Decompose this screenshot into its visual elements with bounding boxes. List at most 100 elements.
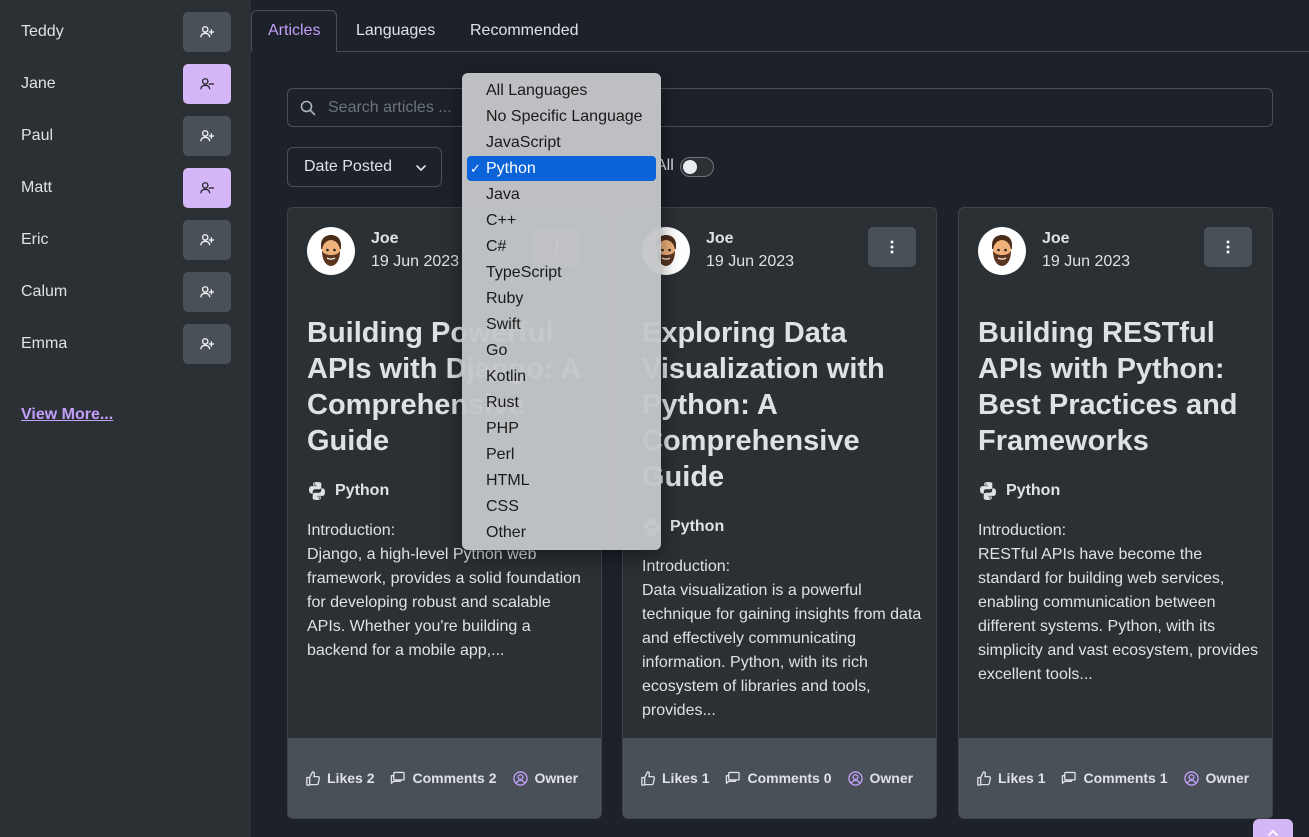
comments-button[interactable]: Comments 2 [390,770,497,786]
user-name[interactable]: Jane [21,75,56,93]
excerpt-body: Django, a high-level Python web framewor… [307,546,581,659]
follow-button[interactable] [183,324,231,364]
user-plus-icon [200,233,214,247]
likes-button-label: Likes 1 [662,770,710,786]
follow-button[interactable] [183,272,231,312]
likes-button[interactable]: Likes 1 [976,770,1045,786]
language-option[interactable]: ✓ Python [467,156,656,181]
follow-button[interactable] [183,220,231,260]
sidebar: Teddy Jane Paul Matt Eric Calum Emma View More… [0,0,251,837]
author-avatar[interactable] [307,227,355,275]
language-option-label: Ruby [486,289,524,307]
language-option-label: Other [486,523,527,541]
language-option[interactable]: JavaScript [467,130,656,155]
user-plus-icon [200,25,214,39]
likes-button[interactable]: Likes 1 [640,770,709,786]
author-name[interactable]: Joe [371,230,399,248]
post-date: 19 Jun 2023 [706,253,795,270]
excerpt-body: RESTful APIs have become the standard fo… [978,546,1259,683]
language-option-label: PHP [486,419,519,437]
owner-badge: Owner [847,770,914,786]
language-option[interactable]: C# [467,234,656,259]
unfollow-button[interactable] [183,168,231,208]
language-option[interactable]: Go [467,338,656,363]
article-card: Joe 19 Jun 2023 Building RESTful APIs with… [958,207,1273,819]
language-option[interactable]: Swift [467,312,656,337]
author-name[interactable]: Joe [1042,230,1070,248]
checkmark-icon: ✓ [470,160,481,176]
article-title[interactable]: Building RESTful APIs with Python: Best … [978,315,1263,459]
all-toggle-switch[interactable] [680,157,714,177]
user-plus-icon [200,285,214,299]
user-name[interactable]: Calum [21,283,67,301]
article-title[interactable]: Exploring Data Visualization with Python… [642,315,927,495]
excerpt-heading: Introduction: [642,558,731,575]
owner-badge-label: Owner [534,770,579,786]
author-avatar[interactable] [978,227,1026,275]
tab-bar: Articles Languages Recommended [251,0,1309,52]
article-language: Python [307,481,389,501]
user-name[interactable]: Matt [21,179,52,197]
article-language: Python [978,481,1060,501]
comments-button[interactable]: Comments 0 [725,770,832,786]
tab-recommended[interactable]: Recommended [454,10,595,52]
user-minus-icon [200,181,214,195]
language-option[interactable]: Ruby [467,286,656,311]
owner-badge-label: Owner [869,770,914,786]
user-row: Calum [0,270,251,314]
author-name[interactable]: Joe [706,230,734,248]
kebab-menu-icon [1226,240,1230,254]
language-option[interactable]: CSS [467,494,656,519]
chevron-down-icon [416,165,426,171]
user-name[interactable]: Teddy [21,23,64,41]
card-menu-button[interactable] [868,227,916,267]
language-option[interactable]: HTML [467,468,656,493]
user-plus-icon [200,129,214,143]
language-label: Python [1006,482,1061,499]
likes-button[interactable]: Likes 2 [305,770,374,786]
sort-select[interactable]: Date Posted [287,147,442,187]
language-option-label: Kotlin [486,367,527,385]
language-option[interactable]: Kotlin [467,364,656,389]
card-menu-button[interactable] [1204,227,1252,267]
excerpt-body: Data visualization is a powerful techniq… [642,582,922,719]
scroll-top-button[interactable] [1253,819,1293,837]
language-option[interactable]: No Specific Language [467,104,656,129]
language-option-label: Java [486,185,520,203]
article-excerpt: Introduction: RESTful APIs have become th… [978,519,1263,687]
card-footer: Likes 1 Comments 1 Owner [959,738,1272,818]
language-option[interactable]: Rust [467,390,656,415]
follow-button[interactable] [183,116,231,156]
comments-icon [1061,771,1077,786]
likes-button-label: Likes 1 [998,770,1046,786]
follow-button[interactable] [183,12,231,52]
language-option[interactable]: TypeScript [467,260,656,285]
comments-button-label: Comments 2 [412,770,497,786]
search-bar [287,88,1273,127]
kebab-menu-icon [890,240,894,254]
language-option[interactable]: C++ [467,208,656,233]
user-row: Emma [0,322,251,366]
language-option[interactable]: Java [467,182,656,207]
view-more-link[interactable]: View More... [21,406,113,424]
language-option[interactable]: Perl [467,442,656,467]
user-name[interactable]: Paul [21,127,53,145]
language-option[interactable]: All Languages [467,78,656,103]
user-name[interactable]: Emma [21,335,67,353]
user-name[interactable]: Eric [21,231,49,249]
language-option[interactable]: Other [467,520,656,545]
language-label: Python [670,518,725,535]
language-option-label: Swift [486,315,521,333]
tab-languages[interactable]: Languages [340,10,451,52]
language-option-label: C++ [486,211,517,229]
language-option-label: Go [486,341,508,359]
user-minus-icon [200,77,214,91]
comments-button-label: Comments 0 [747,770,832,786]
comments-button[interactable]: Comments 1 [1061,770,1168,786]
unfollow-button[interactable] [183,64,231,104]
tab-articles[interactable]: Articles [251,10,338,52]
language-option[interactable]: PHP [467,416,656,441]
search-icon [300,100,316,116]
card-footer: Likes 2 Comments 2 Owner [288,738,601,818]
language-option-label: JavaScript [486,133,561,151]
